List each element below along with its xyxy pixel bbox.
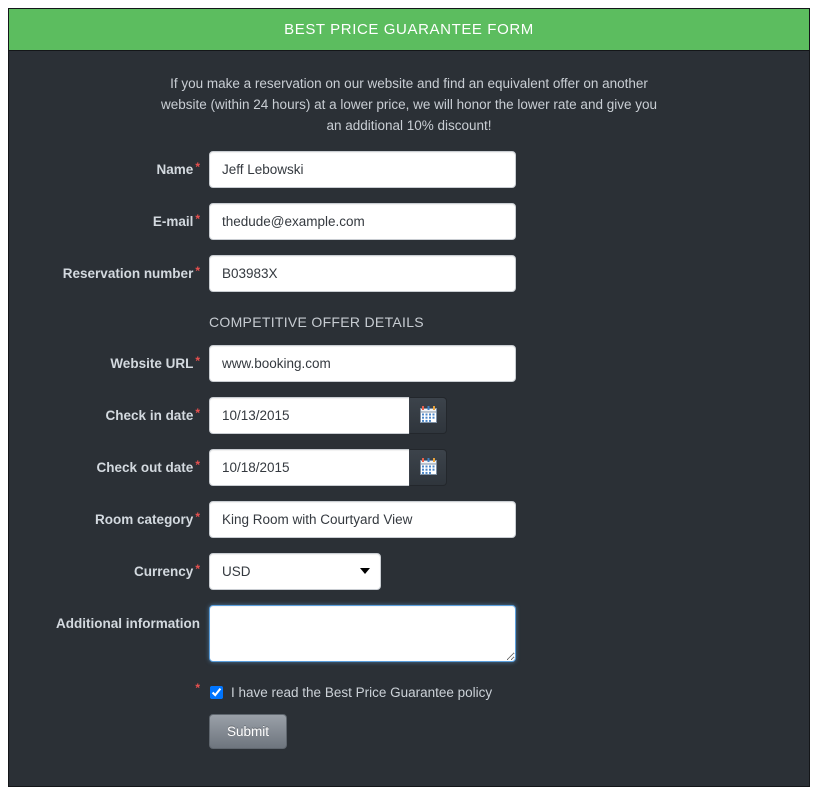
form-row-check-out-date: Check out date * <box>9 449 809 486</box>
form-row-room-category: Room category * <box>9 501 809 538</box>
reservation-number-field-cell <box>209 255 809 292</box>
check-in-date-required-asterisk: * <box>195 406 200 420</box>
form-row-website-url: Website URL * <box>9 345 809 382</box>
additional-information-label-cell: Additional information <box>9 605 209 632</box>
check-in-date-input[interactable] <box>209 397 409 434</box>
check-in-date-field-cell <box>209 397 809 434</box>
check-out-calendar-button[interactable] <box>409 449 447 486</box>
name-required-asterisk: * <box>195 160 200 174</box>
form-row-reservation-number: Reservation number * <box>9 255 809 292</box>
website-url-input[interactable] <box>209 345 516 382</box>
currency-field-cell: USD <box>209 553 809 590</box>
currency-select[interactable]: USD <box>209 553 381 590</box>
intro-text: If you make a reservation on our website… <box>161 76 657 133</box>
check-in-date-input-group <box>209 397 447 434</box>
currency-select-wrapper: USD <box>209 553 381 590</box>
form-row-additional-information: Additional information <box>9 605 809 662</box>
room-category-input[interactable] <box>209 501 516 538</box>
form-row-check-in-date: Check in date * <box>9 397 809 434</box>
name-field-cell <box>209 151 809 188</box>
name-label: Name <box>156 162 194 177</box>
check-in-date-label: Check in date <box>105 408 194 423</box>
room-category-required-asterisk: * <box>195 510 200 524</box>
email-field-cell <box>209 203 809 240</box>
submit-field-cell: Submit <box>209 714 288 749</box>
submit-button[interactable]: Submit <box>209 714 288 749</box>
panel-header: BEST PRICE GUARANTEE FORM <box>9 9 809 51</box>
additional-information-field-cell <box>209 605 809 662</box>
reservation-number-required-asterisk: * <box>195 264 200 278</box>
website-url-label-cell: Website URL * <box>9 345 209 372</box>
form-row-currency: Currency * USD <box>9 553 809 590</box>
consent-label-cell: * <box>9 681 209 701</box>
name-input[interactable] <box>209 151 516 188</box>
check-out-date-field-cell <box>209 449 809 486</box>
check-in-date-label-cell: Check in date * <box>9 397 209 424</box>
reservation-number-label: Reservation number <box>62 266 194 281</box>
room-category-field-cell <box>209 501 809 538</box>
calendar-icon <box>419 457 437 478</box>
form-row-consent: * I have read the Best Price Guarantee p… <box>9 681 809 701</box>
section-competitive-offer: COMPETITIVE OFFER DETAILS <box>9 312 809 330</box>
best-price-guarantee-panel: BEST PRICE GUARANTEE FORM If you make a … <box>8 8 810 787</box>
email-required-asterisk: * <box>195 212 200 226</box>
currency-required-asterisk: * <box>195 562 200 576</box>
form-row-email: E-mail * <box>9 203 809 240</box>
website-url-field-cell <box>209 345 809 382</box>
check-out-date-label-cell: Check out date * <box>9 449 209 476</box>
email-input[interactable] <box>209 203 516 240</box>
name-label-cell: Name * <box>9 151 209 178</box>
panel-body: If you make a reservation on our website… <box>9 51 809 775</box>
form-row-name: Name * <box>9 151 809 188</box>
additional-information-label: Additional information <box>56 616 200 631</box>
email-label-cell: E-mail * <box>9 203 209 230</box>
policy-consent-label: I have read the Best Price Guarantee pol… <box>231 684 493 700</box>
page-title: BEST PRICE GUARANTEE FORM <box>284 21 534 38</box>
check-out-date-input[interactable] <box>209 449 409 486</box>
competitive-offer-details-title: COMPETITIVE OFFER DETAILS <box>209 314 424 330</box>
consent-required-asterisk: * <box>195 681 200 695</box>
room-category-label: Room category <box>95 512 194 527</box>
additional-information-textarea[interactable] <box>209 605 516 662</box>
check-out-date-label: Check out date <box>96 460 194 475</box>
page-wrapper: BEST PRICE GUARANTEE FORM If you make a … <box>0 0 820 800</box>
currency-label-cell: Currency * <box>9 553 209 580</box>
currency-label: Currency <box>134 564 194 579</box>
website-url-label: Website URL <box>110 356 194 371</box>
reservation-number-input[interactable] <box>209 255 516 292</box>
email-label: E-mail <box>152 214 194 229</box>
reservation-number-label-cell: Reservation number * <box>9 255 209 282</box>
check-out-date-input-group <box>209 449 447 486</box>
policy-consent-checkbox[interactable] <box>210 685 223 699</box>
submit-spacer <box>9 714 209 749</box>
room-category-label-cell: Room category * <box>9 501 209 528</box>
calendar-icon <box>419 405 437 426</box>
check-in-calendar-button[interactable] <box>409 397 447 434</box>
check-out-date-required-asterisk: * <box>195 458 200 472</box>
form-row-submit: Submit <box>9 714 809 775</box>
website-url-required-asterisk: * <box>195 354 200 368</box>
consent-field-cell: I have read the Best Price Guarantee pol… <box>209 685 492 700</box>
